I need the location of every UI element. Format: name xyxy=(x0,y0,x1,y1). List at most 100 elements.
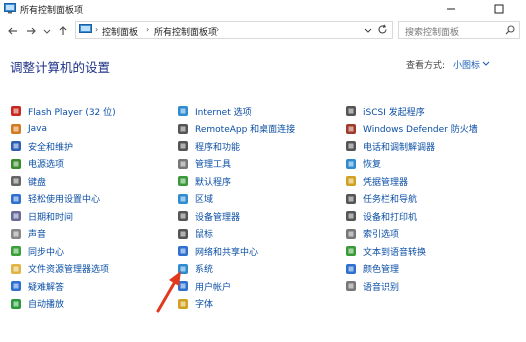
control-panel-item[interactable]: 电源选项 xyxy=(10,157,64,171)
control-panel-item-label[interactable]: 颜色管理 xyxy=(363,262,399,275)
control-panel-item[interactable]: 语音识别 xyxy=(345,279,399,293)
control-panel-item-label[interactable]: 用户帐户 xyxy=(195,280,231,293)
minimize-button[interactable] xyxy=(436,0,466,18)
control-panel-item[interactable]: 日期和时间 xyxy=(10,209,73,223)
back-button[interactable] xyxy=(6,24,20,38)
minimize-icon xyxy=(447,8,455,10)
control-panel-item-label[interactable]: 电话和调制解调器 xyxy=(363,140,435,153)
control-panel-item-label[interactable]: 区域 xyxy=(195,192,213,205)
control-panel-item[interactable]: 恢复 xyxy=(345,157,381,171)
control-panel-item-label[interactable]: iSCSI 发起程序 xyxy=(363,105,425,118)
control-panel-item[interactable]: 轻松使用设置中心 xyxy=(10,192,100,206)
control-panel-item[interactable]: Java xyxy=(10,122,47,136)
control-panel-item[interactable]: 管理工具 xyxy=(177,157,231,171)
recent-locations-button[interactable] xyxy=(40,24,54,38)
refresh-icon[interactable] xyxy=(377,24,388,35)
control-panel-item-label[interactable]: 索引选项 xyxy=(363,227,399,240)
control-panel-item[interactable]: Windows Defender 防火墙 xyxy=(345,122,478,136)
search-box[interactable]: 搜索控制面板 xyxy=(398,21,520,39)
control-panel-item-label[interactable]: 语音识别 xyxy=(363,280,399,293)
credential-icon xyxy=(346,176,356,186)
control-panel-item-label[interactable]: 文本到语音转换 xyxy=(363,245,426,258)
navigation-bar: › 控制面板 › 所有控制面板项 › 搜索控制面板 xyxy=(0,20,526,42)
search-icon[interactable] xyxy=(505,25,515,35)
control-panel-item[interactable]: 区域 xyxy=(177,192,213,206)
forward-button[interactable] xyxy=(24,24,38,38)
control-panel-item[interactable]: 电话和调制解调器 xyxy=(345,139,435,153)
control-panel-item-label[interactable]: 凭据管理器 xyxy=(363,175,408,188)
chevron-down-icon[interactable] xyxy=(482,60,490,68)
control-panel-item[interactable]: iSCSI 发起程序 xyxy=(345,104,425,118)
title-bar: 所有控制面板项 xyxy=(0,0,526,18)
control-panel-item-label[interactable]: 字体 xyxy=(195,297,213,310)
view-by-dropdown[interactable]: 小图标 xyxy=(453,58,480,71)
control-panel-item-label[interactable]: 网络和共享中心 xyxy=(195,245,258,258)
control-panel-item[interactable]: Flash Player (32 位) xyxy=(10,104,116,118)
control-panel-item[interactable]: 网络和共享中心 xyxy=(177,244,258,258)
control-panel-item-label[interactable]: 设备管理器 xyxy=(195,210,240,223)
control-panel-item-label[interactable]: 键盘 xyxy=(28,175,46,188)
control-panel-item[interactable]: 索引选项 xyxy=(345,227,399,241)
control-panel-item[interactable]: 键盘 xyxy=(10,174,46,188)
control-panel-item-label[interactable]: 系统 xyxy=(195,262,213,275)
control-panel-item-label[interactable]: Java xyxy=(28,124,47,134)
control-panel-item-label[interactable]: 轻松使用设置中心 xyxy=(28,192,100,205)
device-manager-icon xyxy=(178,211,188,221)
address-dropdown-icon[interactable] xyxy=(364,27,372,35)
control-panel-item-label[interactable]: Flash Player (32 位) xyxy=(28,105,116,118)
control-panel-item[interactable]: 文件资源管理器选项 xyxy=(10,262,109,276)
control-panel-item[interactable]: 鼠标 xyxy=(177,227,213,241)
control-panel-item[interactable]: Internet 选项 xyxy=(177,104,252,118)
control-panel-item-label[interactable]: 管理工具 xyxy=(195,157,231,170)
control-panel-item[interactable]: 自动播放 xyxy=(10,297,64,311)
control-panel-item-label[interactable]: 鼠标 xyxy=(195,227,213,240)
control-panel-item-label[interactable]: 同步中心 xyxy=(28,245,64,258)
control-panel-item[interactable]: 程序和功能 xyxy=(177,139,240,153)
control-panel-item[interactable]: 任务栏和导航 xyxy=(345,192,417,206)
control-panel-item[interactable]: 同步中心 xyxy=(10,244,64,258)
taskbar-icon xyxy=(346,193,356,204)
control-panel-item[interactable]: 安全和维护 xyxy=(10,139,73,153)
control-panel-item-label[interactable]: 任务栏和导航 xyxy=(363,192,417,205)
control-panel-item[interactable]: 声音 xyxy=(10,227,46,241)
breadcrumb-all-items[interactable]: 所有控制面板项 xyxy=(154,25,217,38)
maximize-button[interactable] xyxy=(484,0,514,18)
phone-icon xyxy=(346,141,356,151)
control-panel-item[interactable]: 设备管理器 xyxy=(177,209,240,223)
breadcrumb-separator-icon: › xyxy=(146,25,150,34)
up-button[interactable] xyxy=(56,24,70,38)
control-panel-item[interactable]: 疑难解答 xyxy=(10,279,64,293)
control-panel-icon xyxy=(4,3,16,14)
control-panel-item[interactable]: 默认程序 xyxy=(177,174,231,188)
control-panel-item[interactable]: 文本到语音转换 xyxy=(345,244,426,258)
control-panel-item[interactable]: 字体 xyxy=(177,297,213,311)
breadcrumb-control-panel[interactable]: 控制面板 xyxy=(102,25,138,38)
control-panel-item-label[interactable]: 日期和时间 xyxy=(28,210,73,223)
control-panel-item-label[interactable]: 文件资源管理器选项 xyxy=(28,262,109,275)
address-field[interactable]: › 控制面板 › 所有控制面板项 › xyxy=(75,21,393,39)
control-panel-item-label[interactable]: Internet 选项 xyxy=(195,105,252,118)
control-panel-item-label[interactable]: 电源选项 xyxy=(28,157,64,170)
page-title: 调整计算机的设置 xyxy=(10,60,111,75)
control-panel-item-label[interactable]: 自动播放 xyxy=(28,297,64,310)
microphone-icon xyxy=(346,281,356,291)
control-panel-item[interactable]: RemoteApp 和桌面连接 xyxy=(177,122,295,136)
mouse-icon xyxy=(178,228,188,239)
control-panel-item-label[interactable]: 安全和维护 xyxy=(28,140,73,153)
control-panel-item-label[interactable]: Windows Defender 防火墙 xyxy=(363,122,478,135)
control-panel-item[interactable]: 系统 xyxy=(177,262,213,276)
search-input[interactable]: 搜索控制面板 xyxy=(405,25,459,38)
control-panel-item-label[interactable]: 默认程序 xyxy=(195,175,231,188)
control-panel-item[interactable]: 设备和打印机 xyxy=(345,209,417,223)
control-panel-item-label[interactable]: 声音 xyxy=(28,227,46,240)
speaker-icon xyxy=(11,228,21,239)
control-panel-item[interactable]: 颜色管理 xyxy=(345,262,399,276)
control-panel-item-label[interactable]: 恢复 xyxy=(363,157,381,170)
back-arrow-icon xyxy=(8,27,17,35)
control-panel-item-label[interactable]: 程序和功能 xyxy=(195,140,240,153)
control-panel-item[interactable]: 用户帐户 xyxy=(177,279,231,293)
control-panel-item-label[interactable]: 设备和打印机 xyxy=(363,210,417,223)
control-panel-item-label[interactable]: RemoteApp 和桌面连接 xyxy=(195,122,295,135)
control-panel-item[interactable]: 凭据管理器 xyxy=(345,174,408,188)
control-panel-item-label[interactable]: 疑难解答 xyxy=(28,280,64,293)
